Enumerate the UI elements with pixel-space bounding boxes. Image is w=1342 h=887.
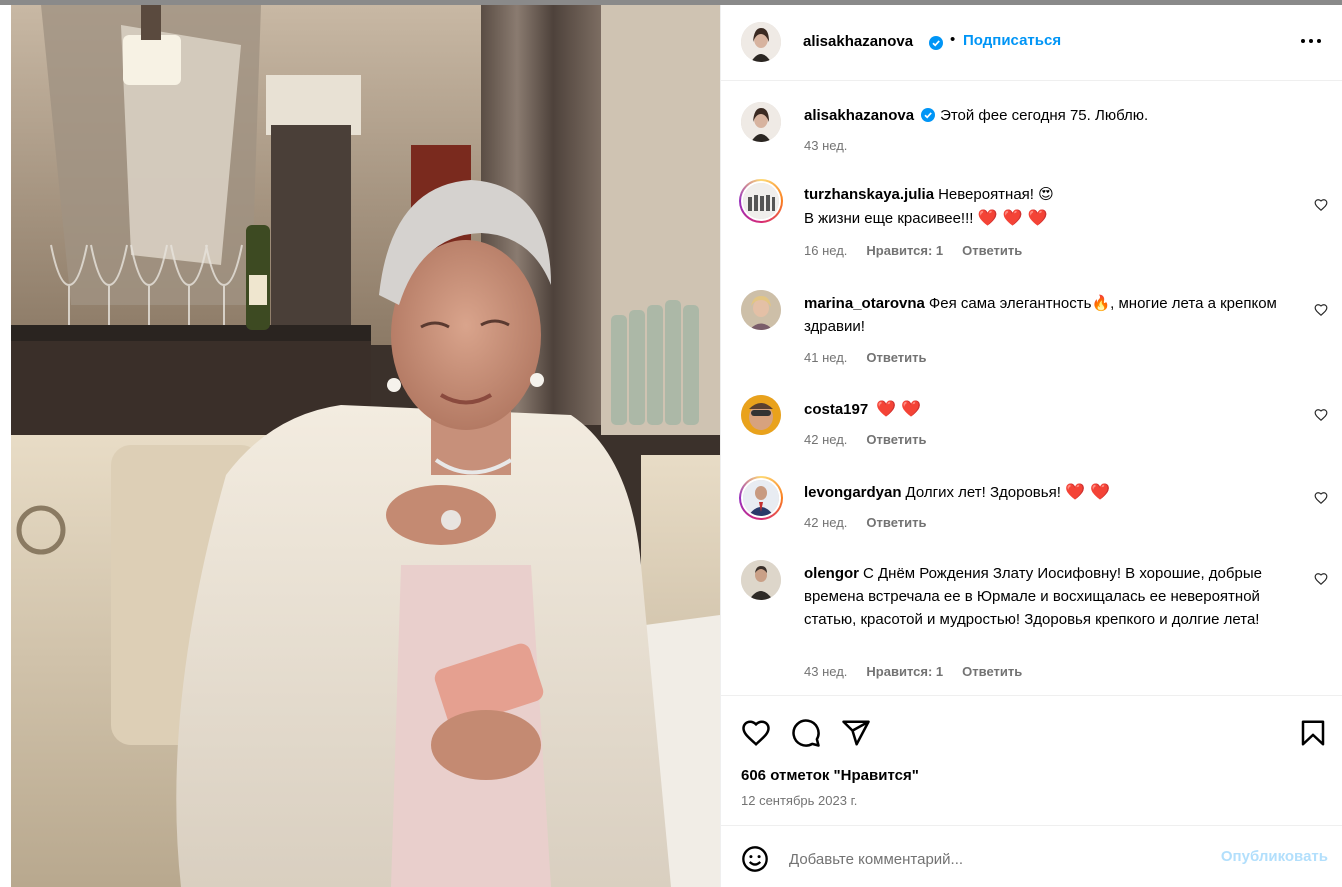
- likes-count[interactable]: 606 отметок "Нравится": [741, 767, 919, 784]
- caption-author-avatar[interactable]: [741, 102, 781, 142]
- comment-username[interactable]: costa197: [804, 401, 868, 418]
- commenter-avatar[interactable]: [743, 183, 779, 219]
- comment-like-heart-icon[interactable]: [1314, 303, 1328, 317]
- comment-text: Фея сама элегантность: [928, 295, 1092, 312]
- comment-body: marina_otarovna Фея сама элегантность🔥, м…: [804, 292, 1294, 338]
- caption-text: Этой фее сегодня 75. Люблю.: [940, 107, 1149, 124]
- comment-text: Невероятная!: [938, 186, 1034, 203]
- comment-time[interactable]: 43 нед.: [804, 664, 847, 679]
- comment-username[interactable]: turzhanskaya.julia: [804, 186, 934, 203]
- reply-button[interactable]: Ответить: [866, 432, 926, 447]
- reply-button[interactable]: Ответить: [866, 350, 926, 365]
- comment-username[interactable]: levongardyan: [804, 484, 902, 501]
- post-side-panel: alisakhazanova • Подписаться alisakhazan…: [720, 5, 1342, 887]
- header-dot-separator: •: [950, 31, 956, 48]
- comment-meta: 16 нед. Нравится: 1 Ответить: [804, 243, 1022, 258]
- comment-time[interactable]: 42 нед.: [804, 432, 847, 447]
- heart-eyes-emoji: 😍: [1038, 185, 1054, 203]
- comment-body: costa197 ❤️ ❤️: [804, 397, 1294, 421]
- comment-body: levongardyan Долгих лет! Здоровья! ❤️ ❤️: [804, 480, 1294, 504]
- post-photo[interactable]: [11, 5, 720, 887]
- comment-likes[interactable]: Нравится: 1: [866, 664, 943, 679]
- follow-button[interactable]: Подписаться: [963, 32, 1061, 49]
- comment-text-line2: В жизни еще красивее!!!: [804, 210, 974, 227]
- comment-username[interactable]: marina_otarovna: [804, 295, 925, 312]
- commenter-avatar[interactable]: [741, 560, 781, 600]
- comment-like-heart-icon[interactable]: [1314, 491, 1328, 505]
- more-options-icon[interactable]: [1299, 35, 1323, 47]
- comment-input[interactable]: [789, 846, 1189, 872]
- red-hearts-emoji: ❤️ ❤️: [876, 399, 922, 418]
- comment-like-heart-icon[interactable]: [1314, 408, 1328, 422]
- publish-button[interactable]: Опубликовать: [1221, 848, 1328, 865]
- verified-icon: [929, 36, 943, 50]
- bookmark-icon[interactable]: [1298, 718, 1328, 748]
- reply-button[interactable]: Ответить: [866, 515, 926, 530]
- comment-time[interactable]: 42 нед.: [804, 515, 847, 530]
- post-date: 12 сентябрь 2023 г.: [741, 793, 858, 808]
- comment-meta: 43 нед. Нравится: 1 Ответить: [804, 664, 1022, 679]
- caption-meta: 43 нед.: [804, 138, 847, 153]
- reply-button[interactable]: Ответить: [962, 664, 1022, 679]
- heart-outline-icon[interactable]: [741, 718, 771, 748]
- commenter-avatar[interactable]: [741, 395, 781, 435]
- caption-time[interactable]: 43 нед.: [804, 138, 847, 153]
- comment-like-heart-icon[interactable]: [1314, 572, 1328, 586]
- comment-time[interactable]: 41 нед.: [804, 350, 847, 365]
- comment-text: С Днём Рождения Злату Иосифовну! В хорош…: [804, 565, 1262, 628]
- comment-body: olengor С Днём Рождения Злату Иосифовну! …: [804, 562, 1294, 631]
- comment-meta: 41 нед. Ответить: [804, 350, 926, 365]
- caption-body: alisakhazanova Этой фее сегодня 75. Люблю…: [804, 104, 1294, 127]
- commenter-avatar[interactable]: [741, 290, 781, 330]
- comment-body: turzhanskaya.julia Невероятная! 😍 В жизни…: [804, 183, 1294, 230]
- add-comment-bar: Опубликовать: [721, 825, 1342, 887]
- comment-meta: 42 нед. Ответить: [804, 515, 926, 530]
- fire-emoji: 🔥: [1091, 294, 1111, 312]
- reply-button[interactable]: Ответить: [962, 243, 1022, 258]
- comment-username[interactable]: olengor: [804, 565, 859, 582]
- comment-meta: 42 нед. Ответить: [804, 432, 926, 447]
- post-header: alisakhazanova • Подписаться: [721, 5, 1342, 81]
- comment-like-heart-icon[interactable]: [1314, 198, 1328, 212]
- comment-likes[interactable]: Нравится: 1: [866, 243, 943, 258]
- left-strip: [0, 5, 11, 887]
- verified-icon: [921, 108, 936, 122]
- caption-username[interactable]: alisakhazanova: [804, 107, 914, 124]
- post-actions: 606 отметок "Нравится" 12 сентябрь 2023 …: [721, 695, 1342, 825]
- comments-list[interactable]: alisakhazanova Этой фее сегодня 75. Люблю…: [721, 82, 1342, 694]
- comment-time[interactable]: 16 нед.: [804, 243, 847, 258]
- emoji-smile-icon[interactable]: [741, 845, 769, 873]
- paper-plane-icon[interactable]: [841, 718, 871, 748]
- red-hearts-emoji: ❤️ ❤️ ❤️: [977, 208, 1048, 227]
- red-hearts-emoji: ❤️ ❤️: [1065, 482, 1110, 501]
- comment-bubble-icon[interactable]: [791, 718, 821, 748]
- comment-text: Долгих лет! Здоровья!: [905, 484, 1061, 501]
- author-username[interactable]: alisakhazanova: [803, 33, 913, 50]
- author-avatar[interactable]: [741, 22, 781, 62]
- commenter-avatar[interactable]: [743, 480, 779, 516]
